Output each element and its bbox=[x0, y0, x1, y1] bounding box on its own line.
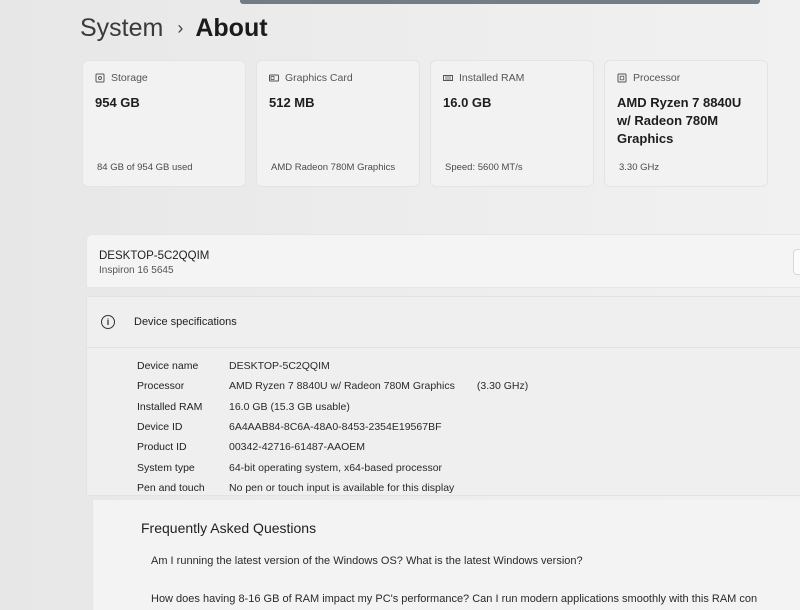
spec-value: 64-bit operating system, x64-based proce… bbox=[229, 462, 442, 474]
faq-section: Frequently Asked Questions Am I running … bbox=[92, 500, 800, 610]
info-icon: i bbox=[101, 315, 115, 329]
processor-label: Processor bbox=[633, 72, 681, 84]
device-specifications-panel: i Device specifications Device name DESK… bbox=[86, 296, 800, 496]
device-header: DESKTOP-5C2QQIM Inspiron 16 5645 R bbox=[86, 234, 800, 288]
graphics-card-value: 512 MB bbox=[269, 95, 315, 110]
faq-question[interactable]: Am I running the latest version of the W… bbox=[151, 555, 583, 567]
spec-row-processor: Processor AMD Ryzen 7 8840U w/ Radeon 78… bbox=[87, 376, 800, 396]
spec-rows: Device name DESKTOP-5C2QQIM Processor AM… bbox=[87, 348, 800, 498]
spec-value-text: 16.0 GB (15.3 GB usable) bbox=[229, 400, 350, 413]
graphics-card-label: Graphics Card bbox=[285, 72, 353, 84]
spec-row-pen-and-touch: Pen and touch No pen or touch input is a… bbox=[87, 478, 800, 498]
spec-value: DESKTOP-5C2QQIM bbox=[229, 360, 330, 372]
storage-card[interactable]: Storage 954 GB 84 GB of 954 GB used bbox=[82, 60, 246, 187]
device-name: DESKTOP-5C2QQIM bbox=[99, 250, 210, 262]
spec-value: AMD Ryzen 7 8840U w/ Radeon 780M Graphic… bbox=[229, 380, 528, 392]
breadcrumb: System › About bbox=[80, 14, 268, 43]
spec-value-text: 6A4AAB84-8C6A-48A0-8453-2354E19567BF bbox=[229, 421, 442, 434]
graphics-card-icon bbox=[269, 74, 279, 82]
ram-speed: Speed: 5600 MT/s bbox=[445, 162, 523, 173]
graphics-card-model: AMD Radeon 780M Graphics bbox=[271, 162, 396, 173]
window-top-edge bbox=[240, 0, 760, 4]
spec-key: System type bbox=[137, 461, 195, 474]
device-model: Inspiron 16 5645 bbox=[99, 265, 174, 276]
storage-label: Storage bbox=[111, 72, 148, 84]
spec-value-text: 00342-42716-61487-AAOEM bbox=[229, 441, 366, 454]
faq-question[interactable]: How does having 8-16 GB of RAM impact my… bbox=[151, 593, 757, 605]
breadcrumb-system[interactable]: System bbox=[80, 14, 163, 43]
storage-usage: 84 GB of 954 GB used bbox=[97, 162, 193, 173]
spec-row-device-name: Device name DESKTOP-5C2QQIM bbox=[87, 356, 800, 376]
spec-value-text: DESKTOP-5C2QQIM bbox=[229, 360, 330, 373]
spec-row-system-type: System type 64-bit operating system, x64… bbox=[87, 457, 800, 477]
spec-value: 6A4AAB84-8C6A-48A0-8453-2354E19567BF bbox=[229, 421, 441, 433]
graphics-card-card[interactable]: Graphics Card 512 MB AMD Radeon 780M Gra… bbox=[256, 60, 420, 187]
spec-value: 00342-42716-61487-AAOEM bbox=[229, 441, 365, 453]
spec-value-text: 64-bit operating system, x64-based proce… bbox=[229, 461, 443, 474]
installed-ram-label: Installed RAM bbox=[459, 72, 525, 84]
processor-clock: (3.30 GHz) bbox=[476, 380, 529, 393]
device-specifications-title: Device specifications bbox=[134, 316, 237, 328]
processor-icon bbox=[617, 73, 627, 83]
spec-key: Processor bbox=[137, 380, 185, 393]
spec-key: Installed RAM bbox=[137, 400, 203, 413]
spec-key: Device name bbox=[137, 360, 199, 373]
rename-pc-button[interactable]: R bbox=[793, 249, 800, 275]
page-title: About bbox=[195, 14, 268, 42]
ram-icon bbox=[443, 75, 453, 81]
spec-row-product-id: Product ID 00342-42716-61487-AAOEM bbox=[87, 437, 800, 457]
spec-key: Pen and touch bbox=[137, 481, 205, 494]
spec-row-installed-ram: Installed RAM 16.0 GB (15.3 GB usable) bbox=[87, 397, 800, 417]
storage-icon bbox=[95, 73, 105, 83]
breadcrumb-separator: › bbox=[177, 18, 184, 38]
spec-value: No pen or touch input is available for t… bbox=[229, 482, 454, 494]
spec-value: 16.0 GB (15.3 GB usable) bbox=[229, 401, 350, 413]
spec-value-text: No pen or touch input is available for t… bbox=[229, 481, 455, 494]
installed-ram-value: 16.0 GB bbox=[443, 95, 492, 110]
spec-row-device-id: Device ID 6A4AAB84-8C6A-48A0-8453-2354E1… bbox=[87, 417, 800, 437]
storage-value: 954 GB bbox=[95, 95, 140, 110]
spec-value-text: AMD Ryzen 7 8840U w/ Radeon 780M Graphic… bbox=[229, 380, 455, 393]
processor-value: AMD Ryzen 7 8840U w/ Radeon 780M Graphic… bbox=[617, 95, 742, 146]
spec-key: Device ID bbox=[137, 421, 183, 434]
processor-speed: 3.30 GHz bbox=[619, 162, 660, 173]
device-specifications-header[interactable]: i Device specifications bbox=[87, 297, 800, 348]
spec-key: Product ID bbox=[137, 441, 187, 454]
processor-card[interactable]: Processor AMD Ryzen 7 8840U w/ Radeon 78… bbox=[604, 60, 768, 187]
faq-title: Frequently Asked Questions bbox=[141, 520, 317, 536]
installed-ram-card[interactable]: Installed RAM 16.0 GB Speed: 5600 MT/s bbox=[430, 60, 594, 187]
hardware-summary-cards: Storage 954 GB 84 GB of 954 GB used Grap… bbox=[82, 60, 768, 187]
